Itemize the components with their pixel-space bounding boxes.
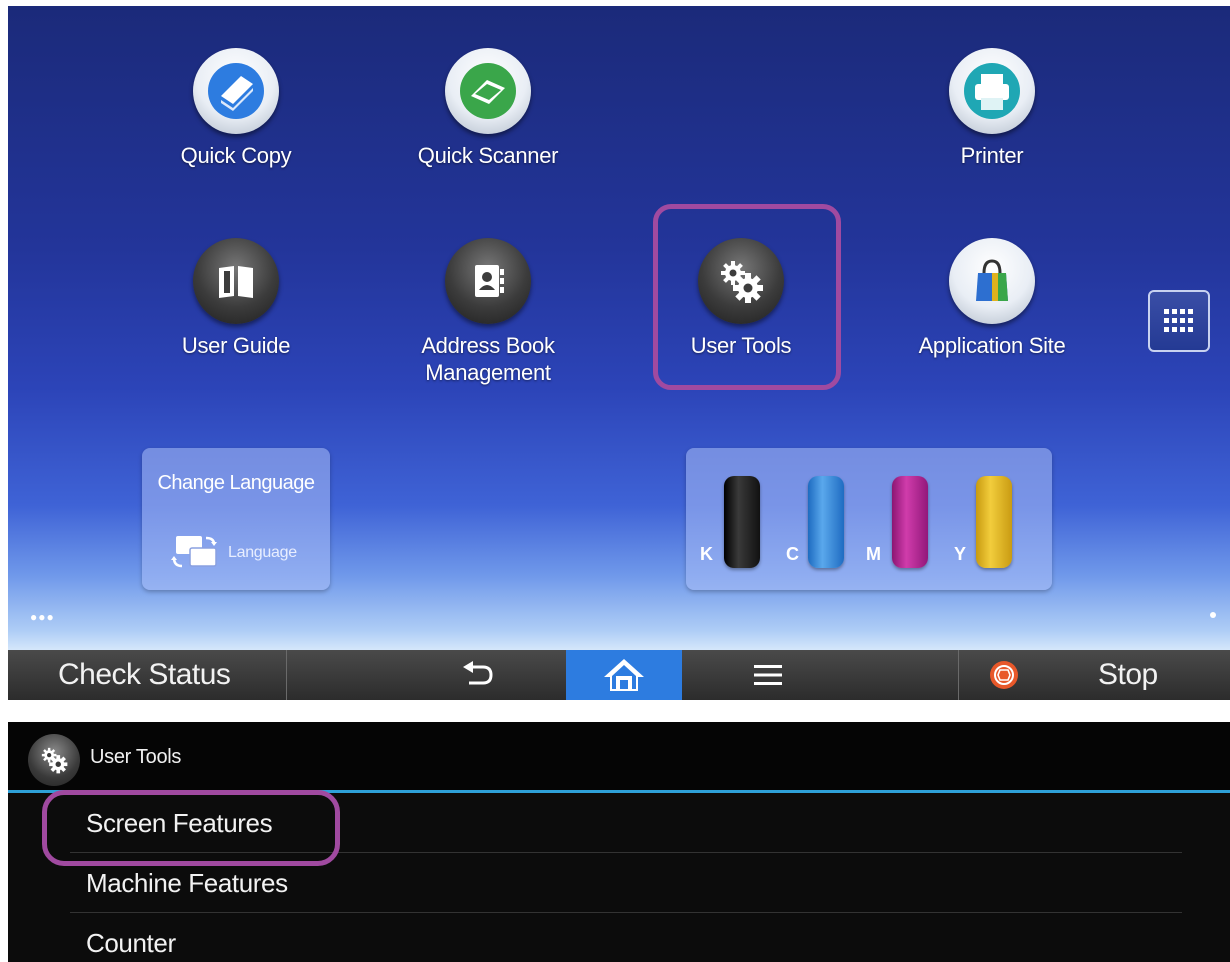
menu-item-machine-features[interactable]: Machine Features (86, 868, 288, 899)
address-book-icon (445, 238, 531, 324)
toner-cartridge-k (724, 476, 760, 568)
check-status-button[interactable]: Check Status (58, 650, 231, 700)
back-button[interactable] (448, 650, 508, 700)
app-label: Address Book Management (421, 333, 555, 385)
toner-cartridge-y (976, 476, 1012, 568)
divider (958, 650, 959, 700)
toner-label-y: Y (954, 544, 967, 564)
user-tools-header-icon (28, 734, 80, 786)
grid-icon (1164, 309, 1193, 332)
bottom-status-bar: Check Status Stop (8, 650, 1230, 700)
user-guide-icon (193, 238, 279, 324)
app-list-button[interactable] (1148, 290, 1210, 352)
user-tools-panel: User Tools Screen Features Machine Featu… (8, 722, 1230, 962)
toner-label-k: K (700, 544, 713, 564)
home-button[interactable] (566, 650, 682, 700)
toner-label-m: M (866, 544, 881, 564)
app-label: Quick Copy (180, 143, 292, 168)
home-screen: Quick Copy Quick Scanner Printer User Gu… (8, 6, 1230, 700)
change-language-widget[interactable]: Change Language Language (142, 448, 330, 590)
stop-button[interactable]: Stop (1098, 650, 1158, 700)
app-address-book-management[interactable]: Address Book Management (378, 238, 598, 386)
user-tools-highlight (653, 204, 841, 390)
language-icon (171, 536, 217, 568)
page-indicator-dots: ●●● (30, 610, 55, 624)
stop-button-icon-wrap[interactable] (984, 650, 1024, 700)
change-language-title: Change Language (157, 472, 315, 494)
stop-icon (990, 661, 1018, 689)
application-site-icon (949, 238, 1035, 324)
toner-cartridge-m (892, 476, 928, 568)
app-printer[interactable]: Printer (882, 48, 1102, 169)
printer-icon (949, 48, 1035, 134)
app-quick-scanner[interactable]: Quick Scanner (378, 48, 598, 169)
back-icon (463, 661, 493, 685)
app-application-site[interactable]: Application Site (882, 238, 1102, 359)
user-tools-title: User Tools (90, 746, 182, 768)
quick-scanner-icon (445, 48, 531, 134)
toner-widget[interactable]: K C M Y (686, 448, 1052, 590)
page-indicator-dot (1210, 612, 1216, 618)
toner-label-c: C (786, 544, 799, 564)
app-quick-copy[interactable]: Quick Copy (126, 48, 346, 169)
user-tools-header (8, 722, 1230, 792)
screen-features-highlight (42, 790, 340, 866)
app-label: User Guide (181, 333, 291, 358)
menu-item-counter[interactable]: Counter (86, 928, 176, 959)
app-label: Printer (960, 143, 1024, 168)
quick-copy-icon (193, 48, 279, 134)
app-user-guide[interactable]: User Guide (126, 238, 346, 359)
app-label: Quick Scanner (417, 143, 559, 168)
language-label: Language (228, 544, 297, 561)
divider (286, 650, 287, 700)
divider (70, 912, 1182, 913)
menu-button[interactable] (738, 650, 798, 700)
home-icon (604, 659, 644, 691)
menu-icon (754, 665, 782, 685)
toner-cartridge-c (808, 476, 844, 568)
app-label: Application Site (918, 333, 1066, 358)
